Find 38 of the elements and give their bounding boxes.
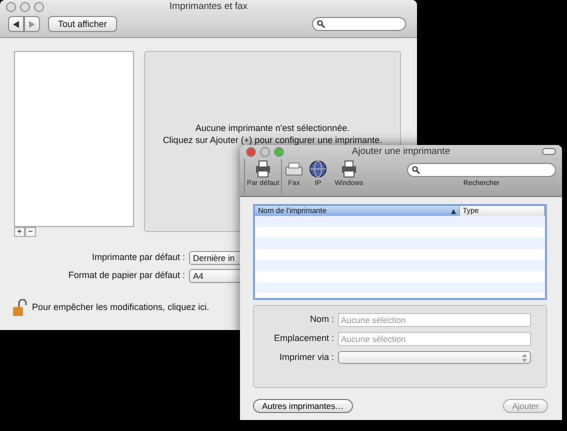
globe-icon	[308, 159, 328, 179]
zoom-button[interactable]	[34, 2, 44, 12]
message-text: Cliquez sur Ajouter (+) pour configurer une imprimante.	[162, 134, 382, 146]
minimize-button[interactable]	[260, 147, 270, 157]
window-title: Imprimantes et fax	[169, 1, 248, 12]
minimize-button[interactable]	[20, 2, 30, 12]
close-button[interactable]	[6, 2, 16, 12]
back-icon	[13, 21, 19, 28]
search-field[interactable]	[407, 163, 556, 177]
sort-arrow-icon	[450, 208, 456, 214]
message-text: Aucune imprimante n'est sélectionnée.	[195, 122, 350, 134]
text-field[interactable]: Aucune sélection	[338, 312, 531, 326]
search-field[interactable]	[312, 17, 406, 31]
show-all-button[interactable]: Tout afficher	[48, 16, 117, 32]
zoom-button[interactable]	[274, 147, 284, 157]
printer-icon	[253, 159, 273, 179]
lock-text: Pour empêcher les modifications, cliquez ici.	[32, 301, 210, 314]
search-icon	[317, 20, 325, 28]
close-button[interactable]	[246, 147, 256, 157]
window-title: Ajouter une imprimante	[352, 146, 450, 157]
field-label: Imprimer via :	[279, 352, 334, 362]
search-icon	[412, 166, 420, 174]
field-label: Emplacement :	[274, 332, 334, 343]
padlock-icon[interactable]	[12, 299, 28, 317]
field-label: Nom :	[310, 314, 334, 324]
printer-list[interactable]	[14, 51, 134, 227]
remove-button[interactable]: −	[25, 227, 36, 237]
add-button[interactable]: +	[14, 227, 25, 237]
back-button[interactable]	[8, 16, 24, 32]
setting-label: Format de papier par défaut :	[68, 270, 185, 280]
setting-label: Imprimante par défaut :	[92, 252, 185, 262]
text-field[interactable]: Aucune sélection	[338, 332, 531, 346]
other-printers-button[interactable]: Autres imprimantes…	[253, 399, 353, 413]
stepper-icon	[522, 354, 527, 362]
forward-icon	[29, 21, 35, 28]
select-field[interactable]	[338, 351, 531, 364]
toolbar-toggle-button[interactable]	[542, 148, 556, 155]
printer-icon	[339, 159, 359, 179]
